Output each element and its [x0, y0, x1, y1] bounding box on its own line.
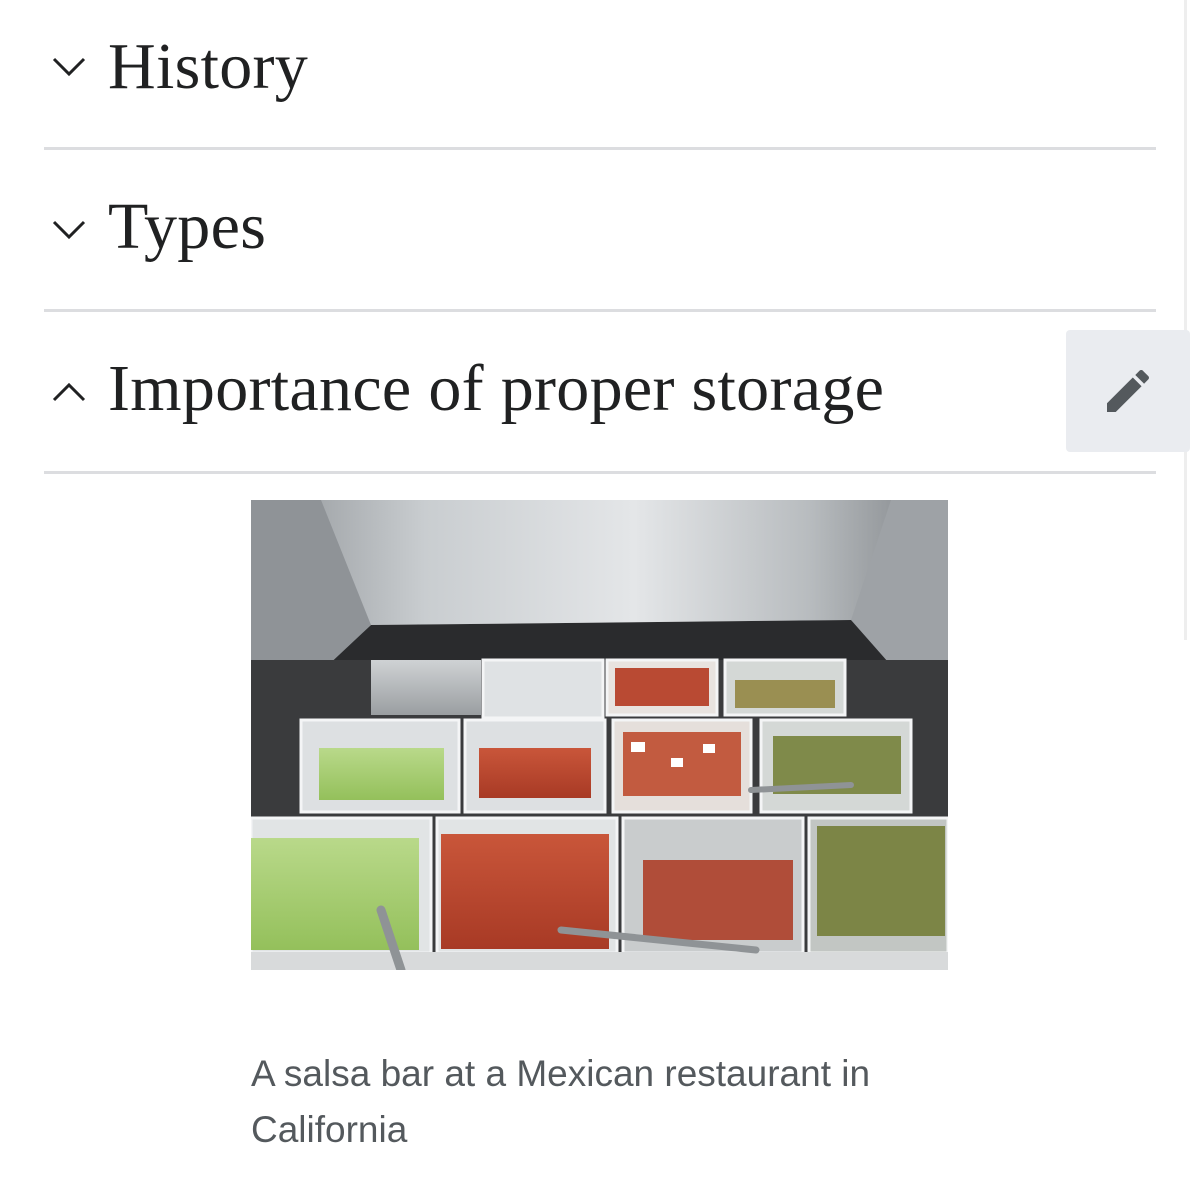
- chevron-down-icon[interactable]: [46, 207, 92, 253]
- section-types[interactable]: Types: [44, 150, 1156, 312]
- scrollbar[interactable]: [1184, 0, 1187, 640]
- section-history[interactable]: History: [44, 0, 1156, 150]
- section-heading-types[interactable]: Types: [108, 193, 266, 260]
- section-importance-of-proper-storage[interactable]: Importance of proper storage: [44, 312, 1156, 474]
- edit-section-button[interactable]: [1066, 330, 1190, 452]
- figure-caption: A salsa bar at a Mexican restaurant in C…: [251, 1053, 871, 1150]
- salsa-bar-photo[interactable]: [251, 500, 948, 970]
- chevron-down-icon[interactable]: [46, 44, 92, 90]
- section-heading-history[interactable]: History: [108, 33, 308, 100]
- pencil-icon: [1107, 369, 1150, 412]
- figure: [251, 500, 948, 1025]
- section-heading-storage[interactable]: Importance of proper storage: [108, 355, 884, 422]
- chevron-up-icon[interactable]: [46, 369, 92, 415]
